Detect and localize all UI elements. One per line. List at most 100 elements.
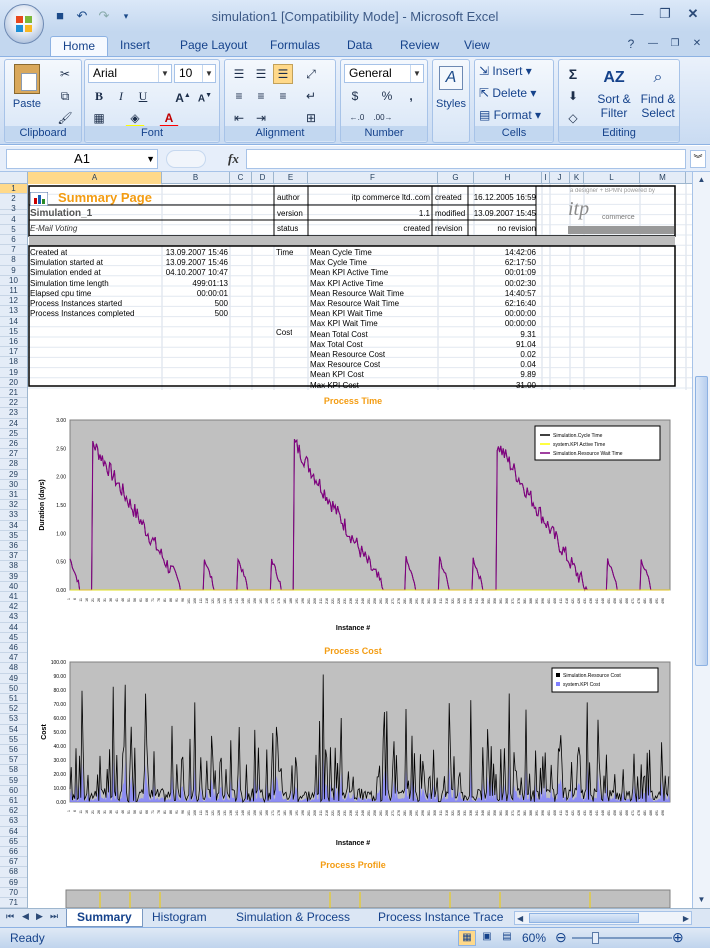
column-header[interactable]: F [308, 172, 438, 184]
column-header[interactable]: A [28, 172, 162, 184]
row-header[interactable]: 59 [0, 776, 27, 786]
fill-color-icon[interactable]: ◈ [125, 108, 145, 128]
zoom-slider[interactable] [572, 937, 672, 939]
worksheet-grid[interactable]: Summary Page Simulation_1 E-Mail Voting … [28, 184, 692, 908]
row-header[interactable]: 31 [0, 490, 27, 501]
column-header[interactable]: G [438, 172, 474, 184]
row-header[interactable]: 28 [0, 459, 27, 470]
column-header[interactable]: L [584, 172, 640, 184]
office-button[interactable] [4, 4, 44, 44]
scroll-up-icon[interactable]: ▲ [693, 172, 710, 188]
tab-view[interactable]: View [452, 36, 502, 56]
sheet-tab-process-instance-trace[interactable]: Process Instance Trace [368, 909, 513, 927]
row-header[interactable]: 47 [0, 653, 27, 664]
row-header[interactable]: 11 [0, 286, 27, 297]
find-select-button[interactable]: ⌕ Find & Select [637, 64, 679, 120]
row-header[interactable]: 23 [0, 408, 27, 419]
row-header[interactable]: 36 [0, 541, 27, 552]
align-middle-icon[interactable]: ☰ [251, 64, 271, 84]
row-header[interactable]: 25 [0, 429, 27, 439]
row-header[interactable]: 24 [0, 419, 27, 429]
align-right-icon[interactable]: ≡ [273, 86, 293, 106]
fill-icon[interactable]: ⬇ [563, 86, 583, 106]
shrink-font-icon[interactable]: A▼ [195, 86, 215, 106]
column-header[interactable]: B [162, 172, 230, 184]
number-format-combo[interactable]: General ▼ [344, 64, 424, 83]
row-header[interactable]: 29 [0, 470, 27, 480]
row-header[interactable]: 42 [0, 602, 27, 613]
horizontal-scrollbar[interactable]: ◀ ▶ [514, 911, 692, 925]
column-header[interactable]: C [230, 172, 252, 184]
row-header[interactable]: 20 [0, 378, 27, 388]
row-header[interactable]: 21 [0, 388, 27, 399]
row-header[interactable]: 32 [0, 500, 27, 511]
align-center-icon[interactable]: ≡ [251, 86, 271, 106]
clear-icon[interactable]: ◇ [563, 108, 583, 128]
delete-cells-button[interactable]: ⇱ Delete ▾ [479, 86, 536, 100]
row-header[interactable]: 66 [0, 847, 27, 858]
row-header[interactable]: 7 [0, 245, 27, 256]
row-header[interactable]: 14 [0, 317, 27, 327]
row-header[interactable]: 62 [0, 806, 27, 817]
row-header[interactable]: 67 [0, 857, 27, 868]
column-header[interactable]: E [274, 172, 308, 184]
tab-page-layout[interactable]: Page Layout [168, 36, 259, 56]
row-header[interactable]: 13 [0, 306, 27, 317]
font-color-icon[interactable]: A [159, 108, 179, 128]
align-left-icon[interactable]: ≡ [229, 86, 249, 106]
tab-home[interactable]: Home [50, 36, 109, 56]
row-header[interactable]: 35 [0, 531, 27, 541]
font-name-combo[interactable]: Arial ▼ [88, 64, 172, 83]
row-header[interactable]: 50 [0, 684, 27, 694]
row-header[interactable]: 30 [0, 480, 27, 490]
orientation-icon[interactable]: ⤢ [301, 64, 321, 84]
column-header[interactable]: H [474, 172, 542, 184]
column-header[interactable]: K [570, 172, 584, 184]
row-header[interactable]: 64 [0, 827, 27, 837]
row-header[interactable]: 53 [0, 714, 27, 725]
row-header[interactable]: 38 [0, 561, 27, 572]
scroll-down-icon[interactable]: ▼ [693, 892, 710, 908]
process-time-chart[interactable]: Process Time 0.00 0.50 1.00 1.50 2.00 2.50 3.00… [30, 390, 676, 636]
row-header[interactable]: 16 [0, 337, 27, 348]
row-header[interactable]: 54 [0, 725, 27, 735]
row-header[interactable]: 40 [0, 582, 27, 592]
row-header[interactable]: 8 [0, 255, 27, 266]
percent-style-button[interactable]: % [377, 86, 397, 106]
column-header[interactable]: D [252, 172, 274, 184]
row-header[interactable]: 46 [0, 643, 27, 654]
font-size-combo[interactable]: 10 ▼ [174, 64, 216, 83]
row-header[interactable]: 49 [0, 674, 27, 684]
cut-icon[interactable]: ✂ [55, 64, 75, 84]
process-cost-chart[interactable]: Process Cost 0.00 10.00 20.00 30.00 40.00 50.0… [30, 640, 676, 850]
format-painter-icon[interactable]: 🖌 [55, 108, 75, 128]
sheet-tab-histogram[interactable]: Histogram [142, 909, 217, 927]
row-header[interactable]: 39 [0, 572, 27, 582]
zoom-in-icon[interactable]: ⊕ [672, 929, 684, 946]
sheet-tab-summary[interactable]: Summary [66, 909, 143, 927]
row-header[interactable]: 3 [0, 204, 27, 215]
row-header[interactable]: 33 [0, 510, 27, 521]
wrap-text-icon[interactable]: ↵ [301, 86, 321, 106]
row-header[interactable]: 44 [0, 623, 27, 633]
insert-cells-button[interactable]: ⇲ Insert ▾ [479, 64, 532, 78]
row-header[interactable]: 15 [0, 327, 27, 337]
row-header[interactable]: 43 [0, 612, 27, 623]
minimize-icon[interactable]: — [624, 4, 650, 24]
row-header[interactable]: 70 [0, 888, 27, 898]
zoom-out-icon[interactable]: ⊖ [555, 929, 567, 946]
row-header[interactable]: 57 [0, 755, 27, 766]
formula-input[interactable] [246, 149, 686, 169]
comma-style-button[interactable]: , [401, 86, 421, 106]
bold-button[interactable]: B [89, 86, 109, 106]
horizontal-scroll-thumb[interactable] [529, 913, 639, 923]
scroll-right-icon[interactable]: ▶ [683, 912, 689, 925]
grow-font-icon[interactable]: A▲ [173, 86, 193, 106]
increase-indent-icon[interactable]: ⇥ [251, 108, 271, 128]
row-header[interactable]: 6 [0, 235, 27, 246]
scroll-left-icon[interactable]: ◀ [517, 912, 523, 925]
row-header[interactable]: 52 [0, 704, 27, 715]
autosum-icon[interactable]: Σ [563, 64, 583, 84]
tab-data[interactable]: Data [335, 36, 384, 56]
zoom-level[interactable]: 60% [522, 931, 546, 945]
